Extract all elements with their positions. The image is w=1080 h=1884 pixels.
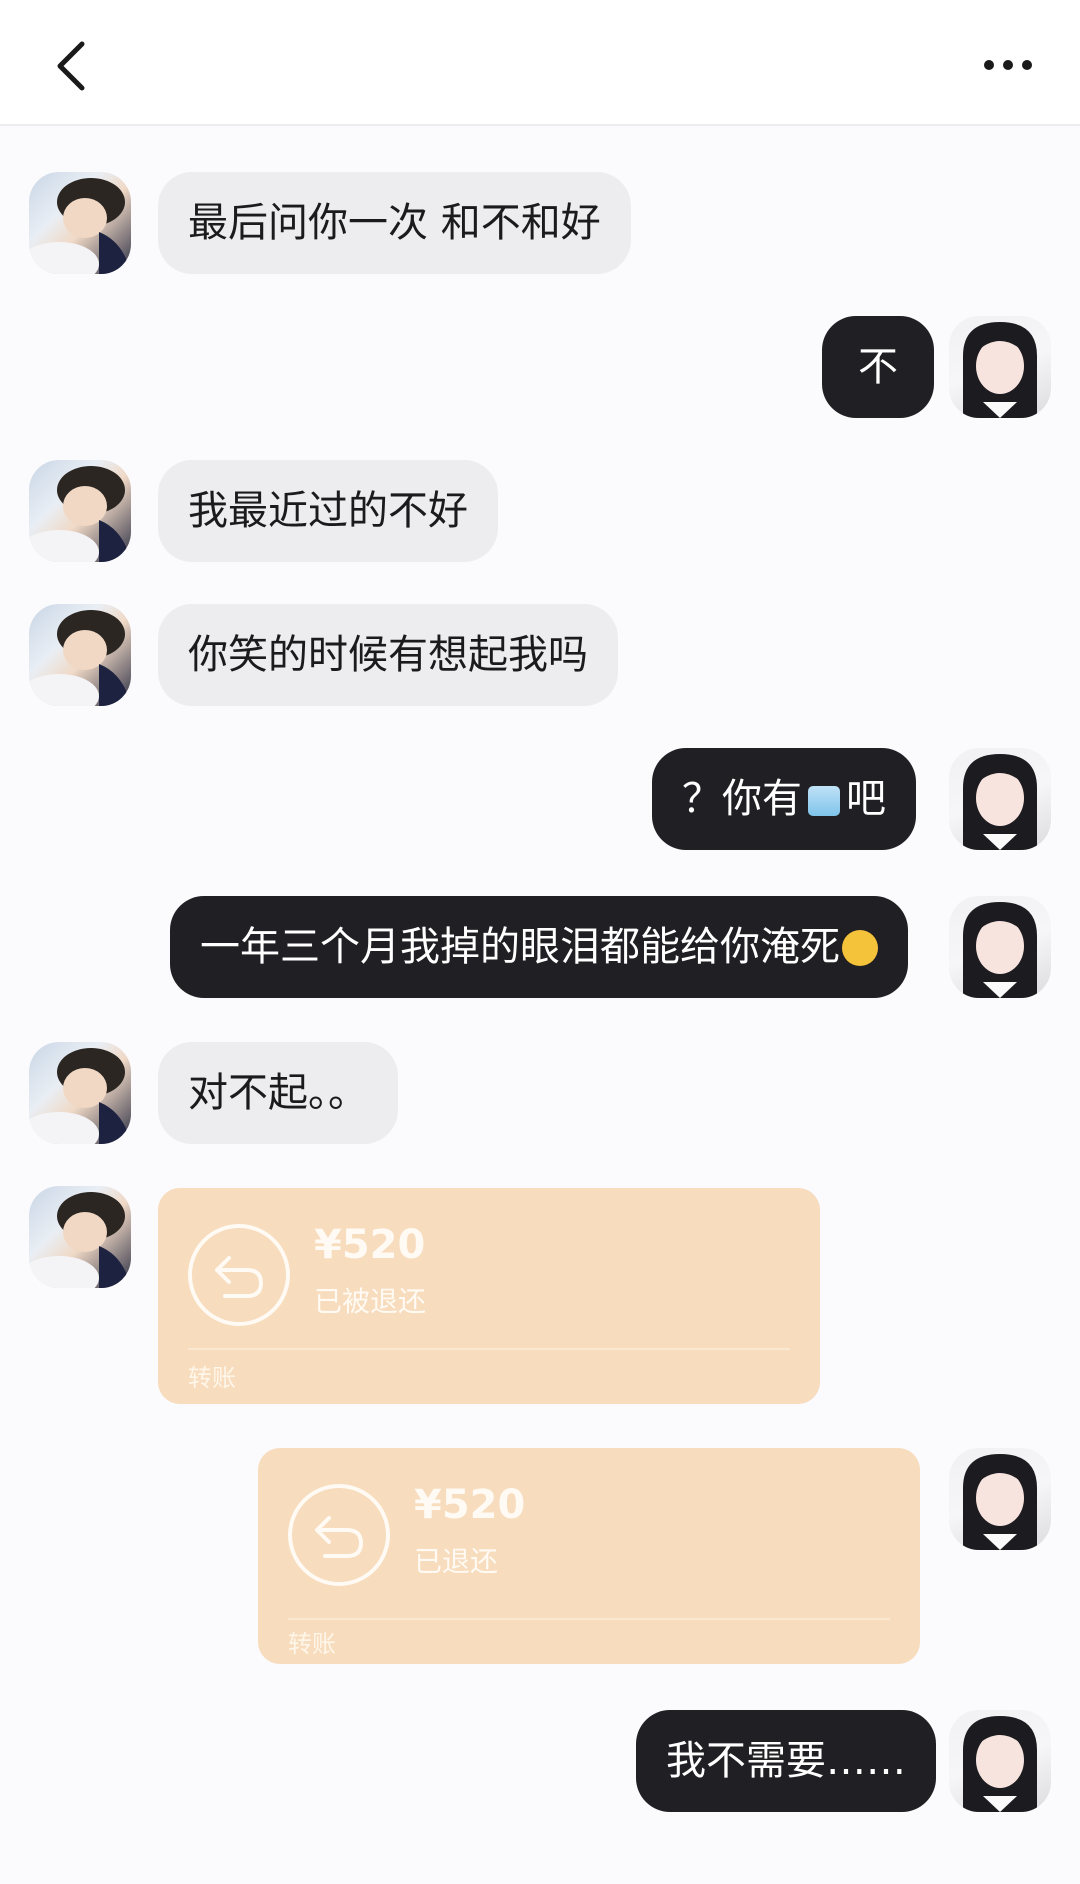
- transfer-label: 转账: [288, 1630, 336, 1658]
- boy-avatar-icon: [29, 466, 131, 562]
- message-text: 不: [858, 344, 898, 390]
- message-text: 最后问你一次 和不和好: [188, 200, 601, 246]
- message-bubble-outgoing[interactable]: 我不需要……: [636, 1710, 936, 1812]
- contact-avatar[interactable]: [29, 1042, 131, 1144]
- my-avatar[interactable]: [949, 896, 1051, 998]
- card-divider: [188, 1348, 790, 1350]
- transfer-label: 转账: [188, 1364, 236, 1392]
- message-text: 一年三个月我掉的眼泪都能给你淹死: [200, 924, 840, 970]
- message-text: 吧: [846, 776, 886, 822]
- contact-avatar[interactable]: [29, 172, 131, 274]
- message-text: ？你有: [682, 776, 802, 822]
- rolling-laughing-emoji: [842, 930, 878, 966]
- girl-avatar-icon: [963, 322, 1037, 418]
- chat-header: [0, 0, 1080, 126]
- message-text: 我最近过的不好: [188, 488, 468, 534]
- transfer-amount: ¥520: [314, 1222, 426, 1268]
- message-bubble-incoming[interactable]: 你笑的时候有想起我吗: [158, 604, 618, 706]
- message-bubble-outgoing[interactable]: 不: [822, 316, 934, 418]
- more-options-button[interactable]: [958, 30, 1058, 100]
- more-horizontal-icon: [984, 60, 1032, 70]
- my-avatar[interactable]: [949, 316, 1051, 418]
- message-text: 你笑的时候有想起我吗: [188, 632, 588, 678]
- boy-avatar-icon: [29, 610, 131, 706]
- my-avatar[interactable]: [949, 748, 1051, 850]
- message-bubble-incoming[interactable]: 对不起。。: [158, 1042, 398, 1144]
- boy-avatar-icon: [29, 178, 131, 274]
- my-avatar[interactable]: [949, 1448, 1051, 1550]
- transfer-amount: ¥520: [414, 1482, 526, 1528]
- message-bubble-incoming[interactable]: 我最近过的不好: [158, 460, 498, 562]
- contact-avatar[interactable]: [29, 460, 131, 562]
- message-text: 对不起。。: [188, 1070, 368, 1116]
- card-divider: [288, 1618, 890, 1620]
- message-bubble-incoming[interactable]: 最后问你一次 和不和好: [158, 172, 631, 274]
- transfer-card-incoming[interactable]: ¥520 已被退还 转账: [158, 1188, 820, 1404]
- girl-avatar-icon: [963, 902, 1037, 998]
- back-button[interactable]: [30, 24, 114, 108]
- contact-avatar[interactable]: [29, 604, 131, 706]
- message-bubble-outgoing[interactable]: ？你有吧: [652, 748, 916, 850]
- contact-avatar[interactable]: [29, 1186, 131, 1288]
- boy-avatar-icon: [29, 1192, 131, 1288]
- transfer-status: 已退还: [414, 1545, 499, 1578]
- transfer-card-outgoing[interactable]: ¥520 已退还 转账: [258, 1448, 920, 1664]
- chevron-left-icon: [57, 41, 85, 91]
- message-text: 我不需要……: [666, 1738, 906, 1784]
- girl-avatar-icon: [963, 1454, 1037, 1550]
- girl-avatar-icon: [963, 754, 1037, 850]
- return-arrow-icon: [188, 1224, 290, 1326]
- girl-avatar-icon: [963, 1716, 1037, 1812]
- boy-avatar-icon: [29, 1048, 131, 1144]
- message-bubble-outgoing[interactable]: 一年三个月我掉的眼泪都能给你淹死: [170, 896, 908, 998]
- return-arrow-icon: [288, 1484, 390, 1586]
- transfer-status: 已被退还: [314, 1285, 427, 1318]
- my-avatar[interactable]: [949, 1710, 1051, 1812]
- ice-cube-emoji: [808, 786, 840, 816]
